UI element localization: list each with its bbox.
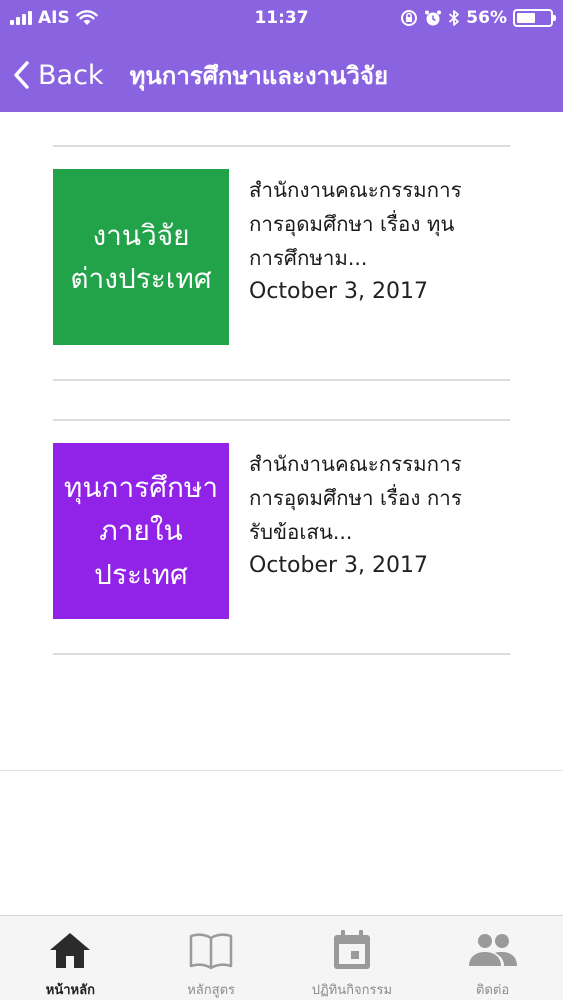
people-icon <box>467 926 519 973</box>
home-icon <box>47 926 93 973</box>
tab-home[interactable]: หน้าหลัก <box>0 916 141 1000</box>
back-label: Back <box>38 59 104 91</box>
content-divider <box>0 770 563 771</box>
list-item[interactable]: งานวิจัย ต่างประเทศ สำนักงานคณะกรรมการ ก… <box>53 147 510 379</box>
alarm-icon <box>425 10 442 26</box>
battery-icon <box>513 9 556 27</box>
tab-contact[interactable]: ติดต่อ <box>422 916 563 1000</box>
item-thumbnail: ทุนการศึกษา ภายในประเทศ <box>53 443 229 619</box>
battery-fill <box>517 13 535 23</box>
status-bar: AIS 11:37 56% <box>0 0 563 38</box>
nav-bar: Back ทุนการศึกษาและงานวิจัย <box>0 50 563 100</box>
item-title: สำนักงานคณะกรรมการ การอุดมศึกษา เรื่อง ท… <box>249 178 462 270</box>
bluetooth-icon <box>449 10 460 26</box>
battery-percent: 56% <box>466 8 507 28</box>
thumbnail-text-line1: งานวิจัย <box>92 218 190 252</box>
tab-courses[interactable]: หลักสูตร <box>141 916 282 1000</box>
thumbnail-text-line2: ภายในประเทศ <box>94 514 188 591</box>
app-header: AIS 11:37 56% Back ทุนการศึกษาและงานวิจั… <box>0 0 563 112</box>
tab-label: ติดต่อ <box>476 983 510 998</box>
tab-bar: หน้าหลัก หลักสูตร ปฏิทินกิจกรรม ติดต่อ <box>0 915 563 1000</box>
item-text: สำนักงานคณะกรรมการ การอุดมศึกษา เรื่อง ท… <box>249 169 510 345</box>
item-text: สำนักงานคณะกรรมการ การอุดมศึกษา เรื่อง ก… <box>249 443 510 619</box>
book-icon <box>188 926 234 973</box>
list-item[interactable]: ทุนการศึกษา ภายในประเทศ สำนักงานคณะกรรมก… <box>53 421 510 653</box>
item-date: October 3, 2017 <box>249 553 429 578</box>
back-button[interactable]: Back <box>12 60 104 91</box>
calendar-icon <box>331 926 373 973</box>
tab-calendar[interactable]: ปฏิทินกิจกรรม <box>282 916 423 1000</box>
item-title: สำนักงานคณะกรรมการ การอุดมศึกษา เรื่อง ก… <box>249 452 462 544</box>
status-right: 56% <box>400 8 556 28</box>
thumbnail-text-line1: ทุนการศึกษา <box>63 470 219 504</box>
tab-label: ปฏิทินกิจกรรม <box>311 983 393 998</box>
item-thumbnail: งานวิจัย ต่างประเทศ <box>53 169 229 345</box>
tab-label: หน้าหลัก <box>45 983 95 998</box>
article-list: งานวิจัย ต่างประเทศ สำนักงานคณะกรรมการ ก… <box>53 145 510 655</box>
item-date: October 3, 2017 <box>249 279 429 304</box>
page-title: ทุนการศึกษาและงานวิจัย <box>129 61 389 90</box>
rotation-lock-icon <box>401 10 418 26</box>
chevron-left-icon <box>14 61 29 89</box>
thumbnail-text-line2: ต่างประเทศ <box>70 262 212 295</box>
list-divider <box>53 653 510 655</box>
tab-label: หลักสูตร <box>187 983 236 998</box>
